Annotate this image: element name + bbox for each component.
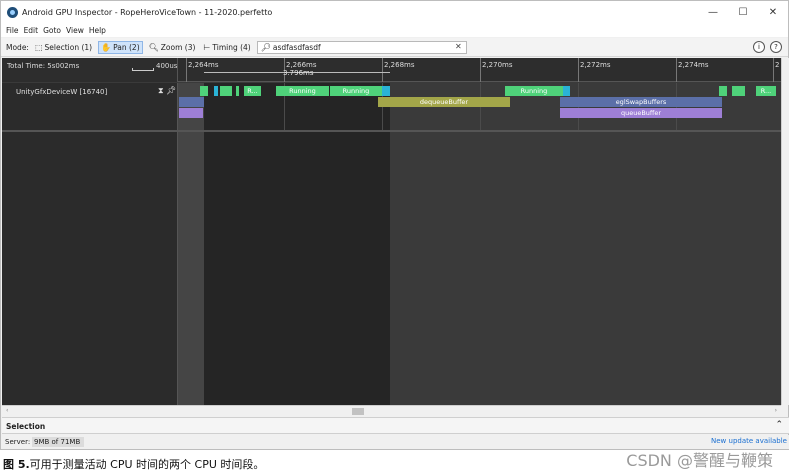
chevron-up-icon[interactable]: ⌃ <box>775 420 783 430</box>
figure-caption: 图 5.可用于测量活动 CPU 时间的两个 CPU 时间段。 <box>3 456 264 472</box>
maximize-button[interactable]: ☐ <box>728 1 758 23</box>
scale-label: 400us <box>156 62 178 70</box>
horizontal-scrollbar[interactable]: ‹ › <box>2 405 781 416</box>
tick-line <box>773 58 774 82</box>
update-link[interactable]: New update available <box>711 437 787 445</box>
tick-label: 2,274ms <box>678 61 709 69</box>
info-button[interactable]: i <box>753 41 765 53</box>
tick-line <box>382 58 383 82</box>
pin-icon[interactable]: ⧗ 📌︎ <box>158 86 176 96</box>
mode-zoom-button[interactable]: 🔍︎ Zoom (3) <box>147 42 198 53</box>
server-label: Server: <box>5 438 31 446</box>
slice-running[interactable]: Running <box>330 86 382 96</box>
selection-title: Selection <box>6 422 46 431</box>
scroll-left-icon[interactable]: ‹ <box>6 407 8 414</box>
tick-line <box>186 58 187 82</box>
toolbar: Mode: ⬚ Selection (1) ✋ Pan (2) 🔍︎ Zoom … <box>1 38 788 57</box>
menu-edit[interactable]: Edit <box>24 26 39 35</box>
watermark: CSDN @警醒与鞭策 <box>626 451 773 470</box>
slice-running[interactable] <box>236 86 239 96</box>
app-window: Android GPU Inspector - RopeHeroViceTown… <box>0 0 789 450</box>
scroll-right-icon[interactable]: › <box>775 407 777 414</box>
scroll-thumb[interactable] <box>352 408 364 415</box>
tick-label: 2,266ms <box>286 61 317 69</box>
selection-panel: Selection ⌃ <box>2 417 789 434</box>
mode-pan-label: Pan (2) <box>113 42 140 52</box>
search-input[interactable] <box>272 42 453 52</box>
slice-running[interactable] <box>732 86 745 96</box>
search-field[interactable]: 🔎︎ ✕ <box>256 40 467 54</box>
mode-label: Mode: <box>6 42 29 52</box>
slice-running[interactable]: R... <box>756 86 776 96</box>
time-ruler[interactable]: Total Time: 5s002ms 400us 2,264ms 2,266m… <box>2 58 781 82</box>
menu-bar: File Edit Goto View Help <box>1 23 788 37</box>
slice-running[interactable] <box>719 86 727 96</box>
tick-line <box>676 58 677 82</box>
tick-line <box>578 58 579 82</box>
vertical-scrollbar[interactable] <box>781 58 789 405</box>
caption-number: 图 5. <box>3 458 30 471</box>
close-button[interactable]: ✕ <box>758 1 788 23</box>
slice-running[interactable]: Running <box>276 86 329 96</box>
slice-running[interactable] <box>563 86 570 96</box>
mode-zoom-label: Zoom (3) <box>160 42 196 52</box>
tick-line <box>480 58 481 82</box>
toolbar-right: i ? <box>748 41 782 53</box>
selection-icon: ⬚ <box>34 42 43 52</box>
track-name: UnityGfxDeviceW [16740] <box>16 88 108 96</box>
tick-label: 2 <box>775 61 780 69</box>
title-bar: Android GPU Inspector - RopeHeroViceTown… <box>1 1 788 23</box>
tick-label: 2,270ms <box>482 61 513 69</box>
mode-selection-label: Selection (1) <box>44 42 93 52</box>
tick-label: 2,272ms <box>580 61 611 69</box>
mode-timing-label: Timing (4) <box>212 42 251 52</box>
track-separator <box>2 130 781 132</box>
slice-queue-buffer[interactable]: queueBuffer <box>560 108 722 118</box>
caption-text: 可用于测量活动 CPU 时间的两个 CPU 时间段。 <box>29 458 265 471</box>
scale-bar <box>132 68 154 71</box>
window-controls: — ☐ ✕ <box>698 1 788 23</box>
mode-selection-button[interactable]: ⬚ Selection (1) <box>33 42 94 53</box>
slice-dequeue-buffer[interactable]: dequeueBuffer <box>378 97 510 107</box>
total-time-label: Total Time: 5s002ms <box>7 62 80 70</box>
window-title: Android GPU Inspector - RopeHeroViceTown… <box>22 7 273 17</box>
zoom-icon: 🔍︎ <box>148 42 159 52</box>
menu-view[interactable]: View <box>66 26 84 35</box>
server-memory: 9MB of 71MB <box>32 437 84 447</box>
slice-egl-swap-buffers[interactable]: eglSwapBuffers <box>560 97 722 107</box>
menu-file[interactable]: File <box>6 26 19 35</box>
help-button[interactable]: ? <box>770 41 782 53</box>
slice-running[interactable]: R... <box>244 86 261 96</box>
minimize-button[interactable]: — <box>698 1 728 23</box>
clear-search-icon[interactable]: ✕ <box>455 42 462 51</box>
slice-running[interactable] <box>200 86 208 96</box>
slice-running[interactable] <box>214 86 218 96</box>
ruler-header: Total Time: 5s002ms 400us <box>2 58 178 82</box>
mode-pan-button[interactable]: ✋ Pan (2) <box>98 40 143 54</box>
menu-help[interactable]: Help <box>89 26 106 35</box>
slice-running[interactable] <box>220 86 232 96</box>
slice-running[interactable]: Running <box>505 86 563 96</box>
menu-goto[interactable]: Goto <box>43 26 61 35</box>
hand-icon: ✋ <box>101 42 112 52</box>
slice-egl-swap[interactable] <box>179 97 204 107</box>
trace-view[interactable]: Total Time: 5s002ms 400us 2,264ms 2,266m… <box>2 58 781 405</box>
slice-queue-buffer[interactable] <box>179 108 203 118</box>
search-icon: 🔎︎ <box>260 42 271 52</box>
app-logo-icon <box>7 6 18 18</box>
timing-icon: ⊢ <box>203 42 211 52</box>
mode-timing-button[interactable]: ⊢ Timing (4) <box>201 42 252 53</box>
slice-running[interactable] <box>382 86 390 96</box>
tick-label: 2,268ms <box>384 61 415 69</box>
tick-label: 2,264ms <box>188 61 219 69</box>
measure-label: 3.796ms <box>283 69 314 77</box>
